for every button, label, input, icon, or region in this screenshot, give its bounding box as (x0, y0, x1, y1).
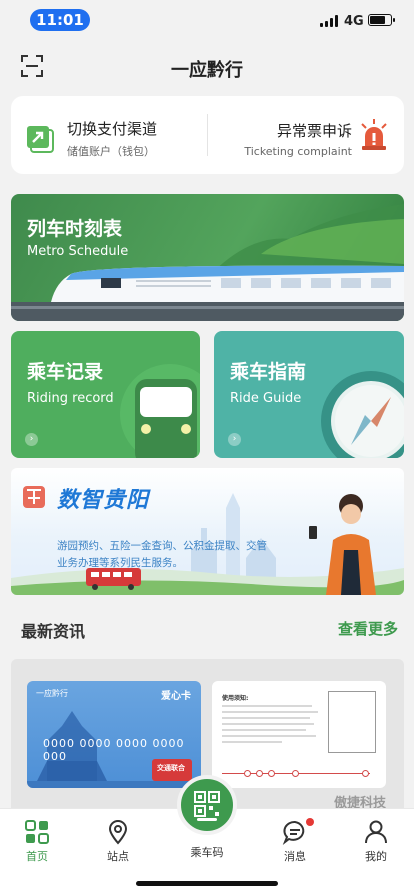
ride-code-label: 乘车码 (190, 846, 224, 859)
tab-stations[interactable]: 站点 (88, 819, 148, 864)
switch-payment-title: 切换支付渠道 (67, 120, 158, 138)
riding-record-subtitle: Riding record (27, 391, 114, 406)
tab-messages[interactable]: 消息 (265, 819, 325, 864)
train-front-icon (120, 364, 200, 458)
metro-schedule-card[interactable]: 列车时刻表 Metro Schedule (11, 194, 404, 321)
see-more-link[interactable]: 查看更多 (338, 618, 398, 639)
network-type: 4G (344, 14, 364, 29)
riding-record-card[interactable]: 乘车记录 Riding record › (11, 331, 200, 458)
ride-code-button[interactable] (177, 775, 237, 835)
metro-subtitle: Metro Schedule (27, 244, 129, 259)
quick-actions-card: 切换支付渠道 储值账户（钱包） 异常票申诉 Ticketing complain… (11, 96, 404, 174)
page-title: 一应黔行 (171, 60, 243, 81)
signal-icon (320, 15, 340, 27)
ride-guide-subtitle: Ride Guide (230, 391, 302, 406)
complaint-subtitle: Ticketing complaint (244, 145, 352, 158)
ride-guide-card[interactable]: 乘车指南 Ride Guide › (214, 331, 404, 458)
loyalty-card-back: 使用须知: (212, 681, 386, 788)
alarm-icon[interactable] (358, 118, 390, 152)
ticket-complaint-button[interactable]: 异常票申诉 Ticketing complaint (244, 120, 352, 158)
switch-arrow-icon (27, 125, 54, 153)
card-name: 爱心卡 (161, 691, 191, 702)
chat-bubble-icon (282, 821, 305, 845)
card-number: 0000 0000 0000 0000 000 (43, 737, 185, 763)
qr-code-icon (194, 791, 220, 821)
compass-icon (321, 371, 404, 458)
home-grid-icon (25, 820, 49, 844)
divider (207, 114, 208, 156)
status-time: 11:01 (30, 9, 90, 31)
promo-title: 数智贵阳 (57, 488, 150, 513)
tab-profile[interactable]: 我的 (346, 819, 406, 864)
card-brand: 一应黔行 (36, 689, 68, 698)
riding-record-title: 乘车记录 (27, 361, 104, 383)
switch-payment-button[interactable]: 切换支付渠道 储值账户（钱包） (25, 118, 157, 159)
loyalty-card-front: 一应黔行 爱心卡 0000 0000 0000 0000 000 交通联合 (27, 681, 201, 788)
switch-payment-subtitle: 储值账户（钱包） (67, 145, 155, 158)
user-icon (365, 820, 387, 844)
chevron-right-icon: › (25, 433, 38, 446)
tab-label: 消息 (284, 850, 306, 863)
tab-label: 首页 (26, 850, 48, 863)
ride-guide-title: 乘车指南 (230, 361, 307, 383)
tab-home[interactable]: 首页 (7, 819, 67, 864)
promo-banner[interactable]: 数智贵阳 游园预约、五险一金查询、公积金提取、交管业务办理等系列民生服务。 (11, 468, 404, 595)
news-header: 最新资讯 查看更多 (11, 616, 404, 644)
tab-label: 我的 (365, 850, 387, 863)
location-pin-icon (108, 820, 128, 845)
notification-badge (306, 818, 314, 826)
home-indicator (136, 881, 278, 886)
promo-text: 游园预约、五险一金查询、公积金提取、交管业务办理等系列民生服务。 (57, 540, 267, 569)
complaint-title: 异常票申诉 (276, 122, 352, 140)
app-header: 一应黔行 (0, 44, 414, 90)
card-back-title: 使用须知: (222, 695, 249, 702)
metro-title: 列车时刻表 (27, 218, 123, 240)
card-tag: 交通联合 (157, 764, 185, 772)
status-bar: 11:01 4G (0, 0, 414, 44)
battery-icon (368, 14, 395, 26)
tab-label: 站点 (107, 850, 129, 863)
news-title: 最新资讯 (21, 622, 86, 641)
photo-frame (328, 691, 376, 753)
chevron-right-icon: › (228, 433, 241, 446)
